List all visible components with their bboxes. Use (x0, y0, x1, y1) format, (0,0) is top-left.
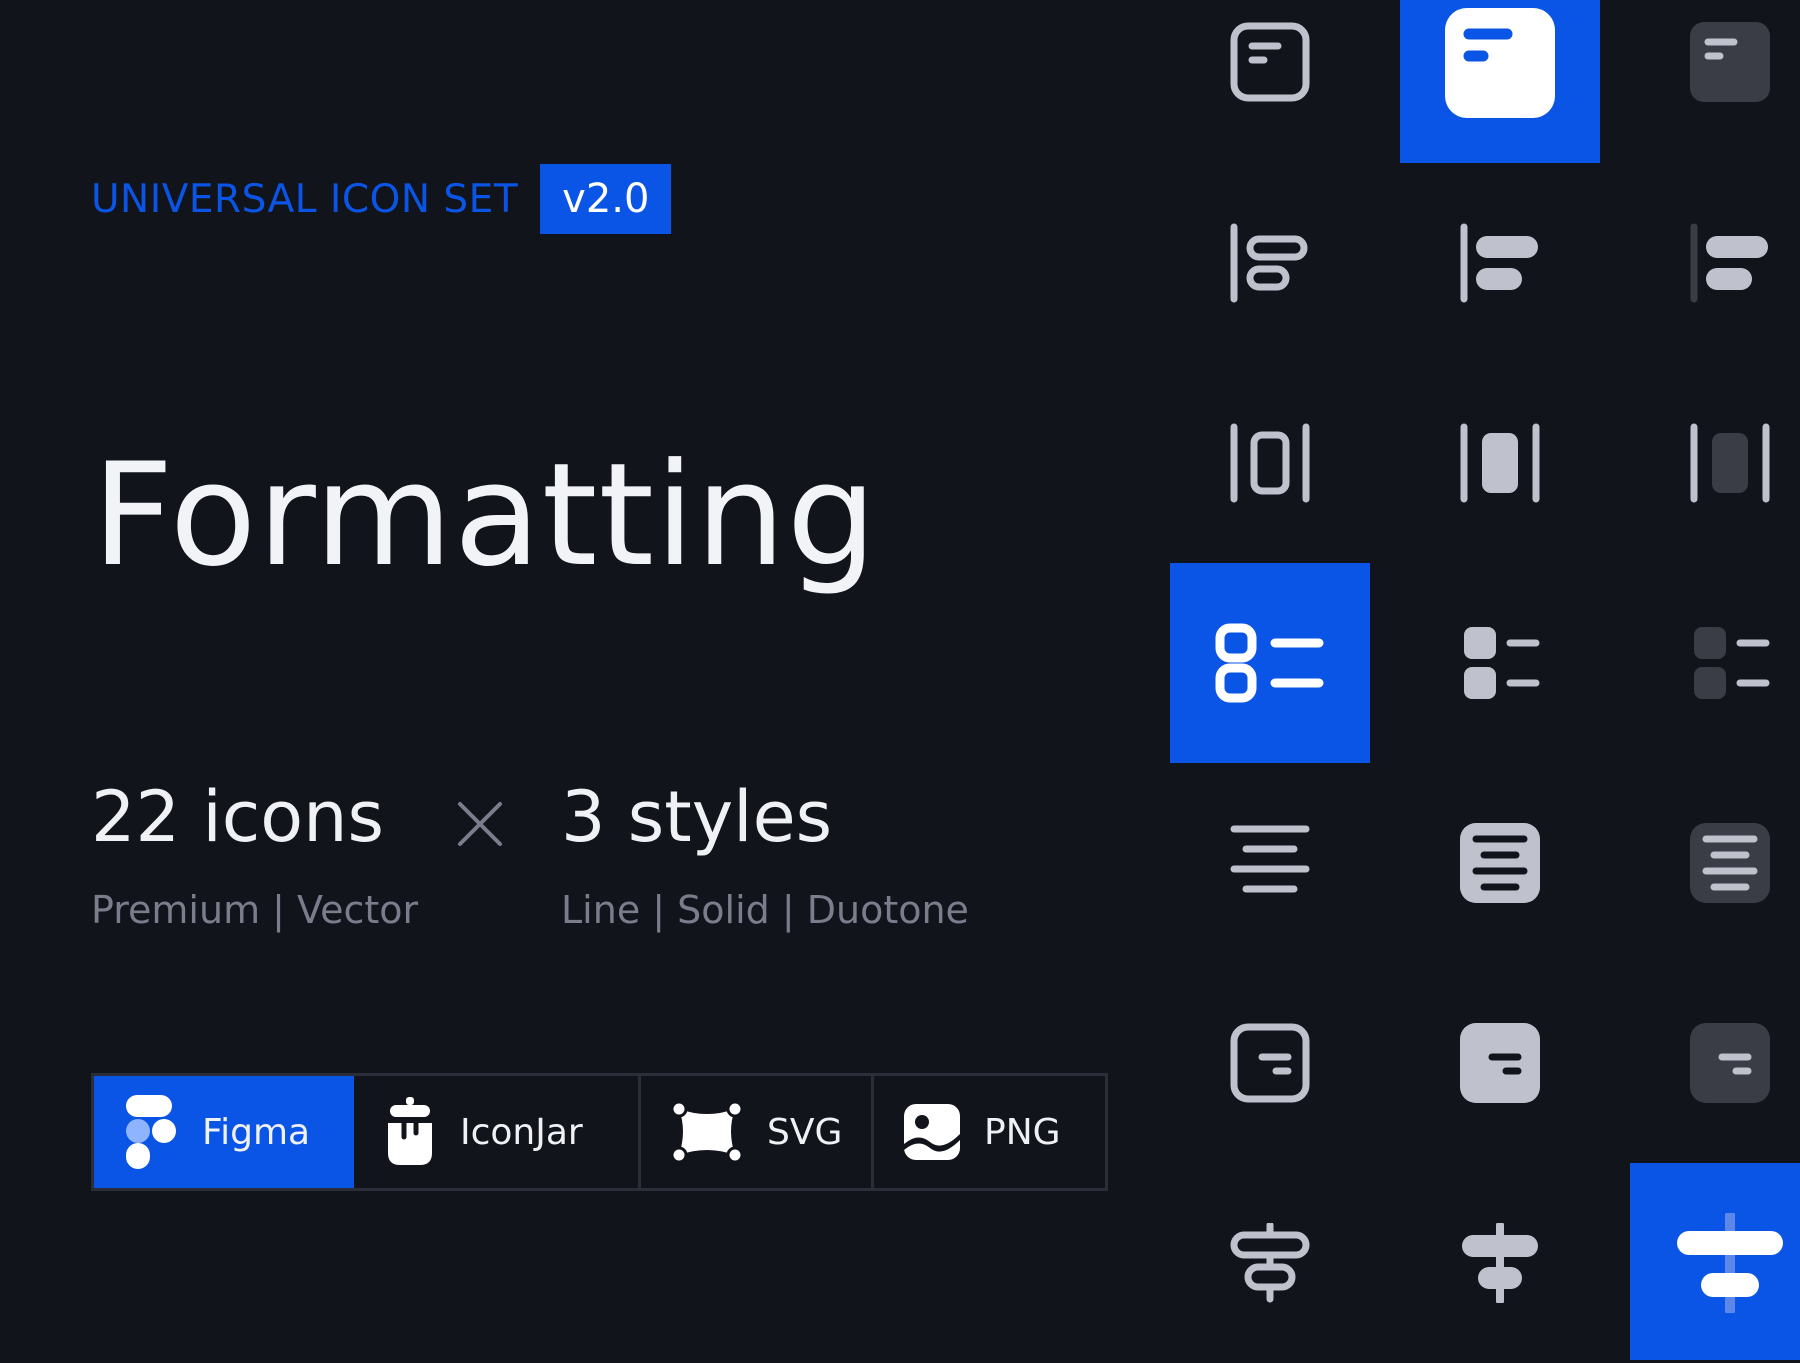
icon-cell (1170, 563, 1370, 763)
icon-cell (1630, 363, 1800, 563)
format-label: PNG (984, 1111, 1061, 1153)
brand-title: UNIVERSAL ICON SET (91, 176, 519, 222)
align-left-line-icon (1230, 223, 1308, 303)
page-title: Formatting (92, 433, 878, 598)
icon-cell (1170, 963, 1370, 1163)
iconjar-icon (388, 1097, 432, 1165)
format-label: SVG (767, 1111, 843, 1153)
align-horizontal-center-duotone-icon (1690, 423, 1770, 503)
align-top-left-duotone-icon (1690, 22, 1770, 102)
format-iconjar[interactable]: IconJar (354, 1076, 641, 1188)
text-align-center-solid-icon (1460, 823, 1540, 903)
icon-cell (1400, 0, 1600, 163)
icon-cell (1630, 163, 1800, 363)
brand-header: UNIVERSAL ICON SET v2.0 (91, 164, 672, 234)
format-label: Figma (202, 1111, 311, 1153)
version-badge: v2.0 (540, 164, 672, 234)
icon-cell (1630, 0, 1800, 162)
align-horizontal-center-line-icon (1230, 423, 1310, 503)
list-checkbox-line-icon (1215, 623, 1324, 703)
align-top-left-line-icon (1230, 22, 1310, 102)
icon-cell (1170, 163, 1370, 363)
styles-subtitle: Line | Solid | Duotone (561, 888, 969, 932)
figma-icon (126, 1095, 176, 1169)
format-bar: Figma IconJar SVG PNG (91, 1073, 1108, 1191)
icon-cell (1630, 963, 1800, 1163)
align-top-left-solid-icon (1445, 8, 1555, 118)
svg-icon (671, 1101, 743, 1163)
icon-cell (1170, 363, 1370, 563)
format-label: IconJar (460, 1111, 583, 1153)
align-right-box-solid-icon (1460, 1023, 1540, 1103)
icon-cell (1400, 1163, 1600, 1363)
list-checkbox-duotone-icon (1694, 627, 1770, 699)
align-right-box-duotone-icon (1690, 1023, 1770, 1103)
text-align-center-duotone-icon (1690, 823, 1770, 903)
format-figma[interactable]: Figma (94, 1076, 354, 1188)
align-horizontal-center-solid-icon (1460, 423, 1540, 503)
align-vertical-center-line-icon (1230, 1223, 1310, 1303)
align-left-duotone-icon (1690, 223, 1768, 303)
icon-cell (1170, 0, 1370, 162)
align-vertical-center-duotone-icon (1677, 1213, 1783, 1313)
icons-subtitle: Premium | Vector (91, 888, 419, 932)
icon-cell (1630, 563, 1800, 763)
text-align-center-line-icon (1230, 825, 1310, 893)
png-icon (904, 1104, 960, 1160)
icon-cell (1400, 763, 1600, 963)
format-png[interactable]: PNG (874, 1076, 1105, 1188)
icon-cell (1400, 163, 1600, 363)
align-left-solid-icon (1460, 223, 1538, 303)
icon-cell (1400, 963, 1600, 1163)
icon-cell (1400, 363, 1600, 563)
list-checkbox-solid-icon (1464, 627, 1540, 699)
align-vertical-center-solid-icon (1462, 1223, 1538, 1303)
times-icon (458, 802, 502, 846)
icon-cell (1170, 1163, 1370, 1363)
align-right-box-line-icon (1230, 1023, 1310, 1103)
icon-cell (1630, 763, 1800, 963)
styles-count: 3 styles (561, 776, 833, 858)
icon-cell (1400, 563, 1600, 763)
icon-cell (1170, 763, 1370, 963)
format-svg[interactable]: SVG (641, 1076, 874, 1188)
icon-cell (1630, 1163, 1800, 1363)
icons-count: 22 icons (91, 776, 384, 858)
